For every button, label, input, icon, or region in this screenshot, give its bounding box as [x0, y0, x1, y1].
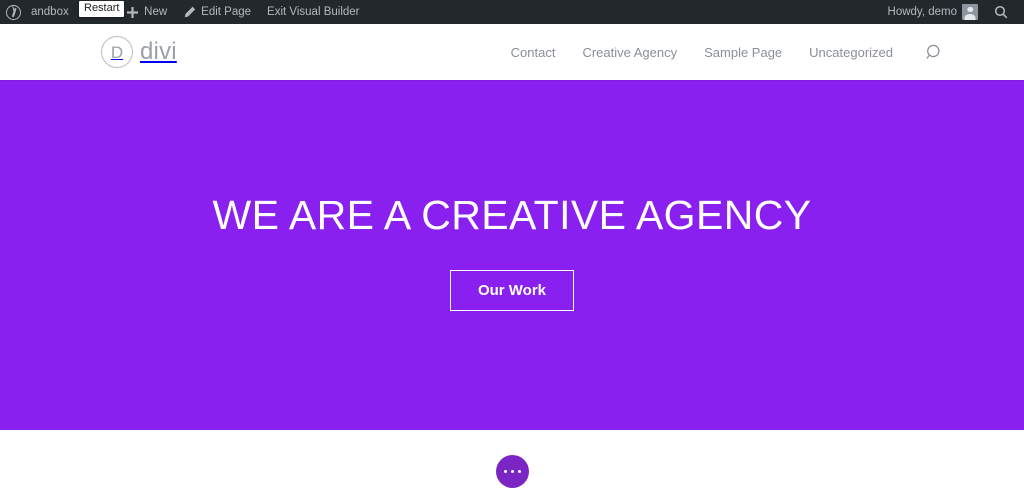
- hero-title: WE ARE A CREATIVE AGENCY: [212, 192, 812, 238]
- ellipsis-dot: [503, 469, 508, 474]
- nav-item-contact[interactable]: Contact: [511, 45, 556, 60]
- admin-bar-search-item[interactable]: [986, 0, 1016, 24]
- avatar: [962, 4, 978, 20]
- howdy-label: Howdy, demo: [887, 6, 957, 18]
- nav-item-sample-page[interactable]: Sample Page: [704, 45, 782, 60]
- pencil-icon: [183, 6, 196, 19]
- site-logo[interactable]: D divi: [101, 36, 177, 68]
- search-icon[interactable]: [994, 5, 1008, 19]
- new-label: New: [144, 6, 168, 18]
- exit-visual-builder-label: Exit Visual Builder: [267, 6, 360, 18]
- ellipsis-dot: [510, 469, 515, 474]
- ellipsis-dot: [517, 469, 522, 474]
- admin-bar-left-group: andbox Restart 0 New: [0, 0, 368, 24]
- restart-tooltip[interactable]: Restart: [79, 1, 125, 17]
- site-header: D divi Contact Creative Agency Sample Pa…: [0, 24, 1024, 80]
- nav-item-uncategorized[interactable]: Uncategorized: [809, 45, 893, 60]
- admin-bar-wp-logo-item[interactable]: [0, 0, 29, 24]
- plus-icon: [126, 6, 139, 19]
- wordpress-logo-icon[interactable]: [6, 4, 21, 20]
- divi-logo-mark-icon: D: [101, 36, 133, 68]
- hero-section: WE ARE A CREATIVE AGENCY Our Work: [0, 80, 1024, 430]
- lower-section: [0, 430, 1024, 503]
- admin-bar-right-group: Howdy, demo: [882, 0, 1024, 24]
- edit-page-label: Edit Page: [201, 6, 252, 18]
- nav-item-creative-agency[interactable]: Creative Agency: [582, 45, 677, 60]
- site-logo-text: divi: [140, 38, 177, 65]
- main-navigation: Contact Creative Agency Sample Page Unca…: [511, 43, 944, 62]
- our-work-button[interactable]: Our Work: [449, 270, 575, 312]
- admin-bar-edit-page-item[interactable]: Edit Page: [175, 0, 259, 24]
- admin-bar-new-item[interactable]: New: [118, 0, 175, 24]
- ellipsis-icon[interactable]: [496, 455, 529, 488]
- admin-bar-exit-visual-builder-item[interactable]: Exit Visual Builder: [259, 0, 367, 24]
- nav-search-icon[interactable]: [925, 43, 944, 62]
- admin-bar-my-account-item[interactable]: Howdy, demo: [882, 0, 986, 24]
- admin-bar-site-name[interactable]: andbox Restart: [29, 0, 125, 24]
- site-name-label: andbox: [31, 6, 69, 18]
- wp-admin-bar: andbox Restart 0 New: [0, 0, 1024, 24]
